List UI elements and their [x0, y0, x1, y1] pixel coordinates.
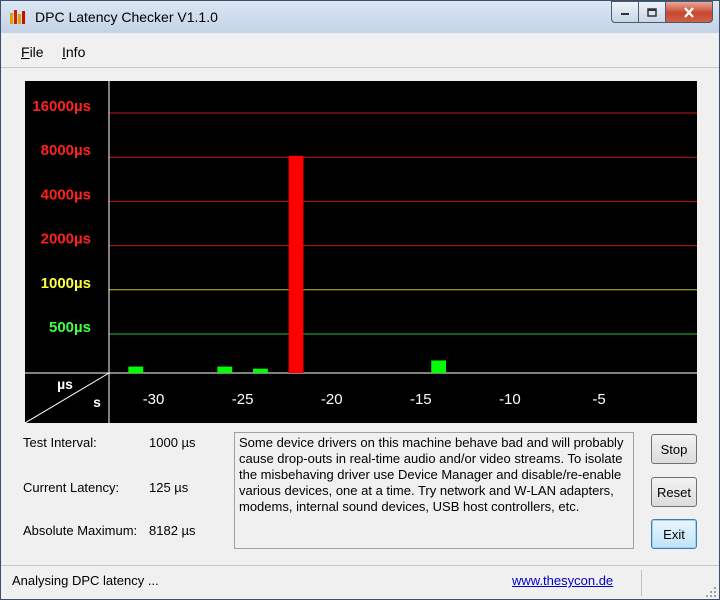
x-tick-label: -5 [592, 391, 605, 408]
status-text: Analysing DPC latency ... [12, 573, 159, 588]
y-axis-unit-label: µs [57, 376, 73, 392]
latency-bar [431, 360, 447, 373]
y-tick-label: 16000µs [32, 98, 91, 115]
latency-chart-svg: 16000µs 8000µs 4000µs 2000µs 1000µs 500µs µs s -… [25, 81, 697, 423]
y-tick-label: 4000µs [41, 186, 91, 203]
x-tick-label: -15 [410, 391, 432, 408]
absolute-maximum-value: 8182 µs [149, 523, 196, 538]
y-tick-label: 2000µs [41, 231, 91, 248]
absolute-maximum-label: Absolute Maximum: [23, 523, 138, 538]
diagnosis-message: Some device drivers on this machine beha… [234, 432, 634, 549]
app-window: DPC Latency Checker V1.1.0 File Info 160… [0, 0, 720, 600]
latency-bar [288, 155, 304, 373]
y-tick-label: 8000µs [41, 142, 91, 159]
window-title: DPC Latency Checker V1.1.0 [35, 9, 218, 25]
menu-file[interactable]: File [21, 44, 44, 60]
status-bar: Analysing DPC latency ... www.thesycon.d… [1, 565, 719, 599]
minimize-icon [621, 13, 629, 15]
x-tick-label: -30 [143, 391, 165, 408]
test-interval-value: 1000 µs [149, 435, 196, 450]
menu-info-label: nfo [65, 44, 86, 60]
menu-info[interactable]: Info [62, 44, 85, 60]
maximize-button[interactable] [639, 1, 666, 23]
website-link[interactable]: www.thesycon.de [512, 573, 613, 588]
menu-bar: File Info [1, 33, 719, 68]
x-tick-label: -25 [232, 391, 254, 408]
x-tick-label: -20 [321, 391, 343, 408]
resize-grip-icon[interactable] [705, 586, 717, 598]
y-tick-label: 1000µs [41, 275, 91, 292]
menu-file-mnemonic: F [21, 44, 30, 60]
minimize-button[interactable] [611, 1, 639, 23]
test-interval-label: Test Interval: [23, 435, 97, 450]
x-axis-unit-label: s [93, 394, 101, 410]
reset-button[interactable]: Reset [651, 477, 697, 507]
stop-button[interactable]: Stop [651, 434, 697, 464]
app-icon [10, 10, 25, 24]
title-bar[interactable]: DPC Latency Checker V1.1.0 [1, 1, 719, 33]
status-separator [641, 570, 642, 596]
menu-file-label: ile [29, 44, 44, 60]
close-icon [684, 6, 694, 18]
latency-bar [253, 368, 268, 373]
x-tick-label: -10 [499, 391, 521, 408]
latency-bar [217, 366, 233, 373]
current-latency-label: Current Latency: [23, 480, 120, 495]
current-latency-value: 125 µs [149, 480, 189, 495]
close-button[interactable] [666, 1, 713, 23]
y-tick-label: 500µs [49, 319, 91, 336]
latency-bar [128, 366, 144, 373]
maximize-icon [647, 7, 657, 17]
latency-chart: 16000µs 8000µs 4000µs 2000µs 1000µs 500µs µs s -… [25, 81, 697, 423]
exit-button[interactable]: Exit [651, 519, 697, 549]
